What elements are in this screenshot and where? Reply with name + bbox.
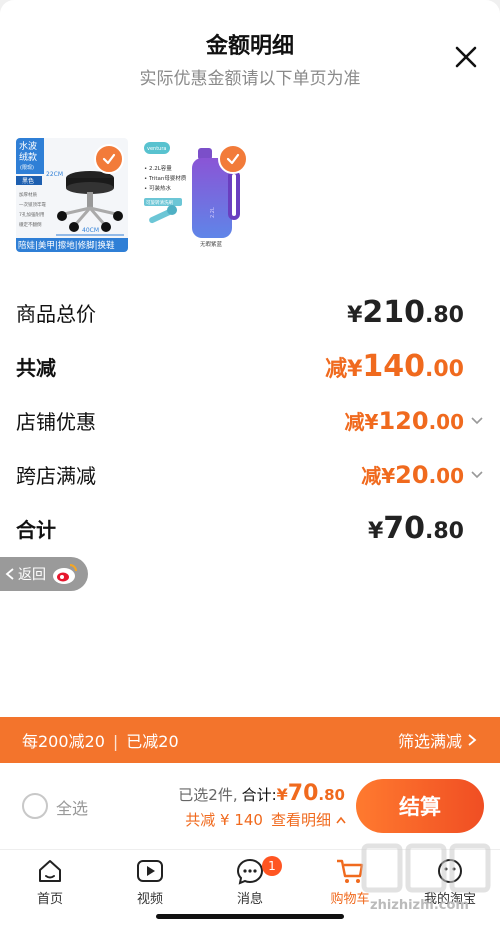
watermark-logo [361, 843, 491, 893]
stool-badge-top: 水波 [19, 140, 37, 152]
selected-check-icon[interactable] [218, 144, 248, 174]
tab-messages[interactable]: 1 消息 [200, 856, 300, 907]
message-badge: 1 [262, 856, 282, 876]
filter-promo-link[interactable]: 筛选满减 [398, 728, 478, 752]
message-icon [236, 858, 264, 885]
chevron-up-icon [336, 816, 346, 823]
product-thumbnails: 水波 绒款 (限现) 黑色 加厚材质 一次锁顶牢靠 7孔加强耐用 穩定不翻倒 2… [16, 138, 252, 252]
stool-badge-note: (限现) [20, 164, 34, 171]
promo-bar[interactable]: 每200减20 | 已减20 筛选满减 [0, 717, 500, 763]
chevron-down-icon[interactable] [470, 413, 484, 427]
svg-text:• 2.2L容量: • 2.2L容量 [144, 164, 172, 172]
total-price-value: ¥210.80 [347, 294, 464, 330]
select-all-label[interactable]: 全选 [56, 795, 88, 819]
promo-rule: 每200减20 | 已减20 [22, 732, 179, 751]
stool-height-label: 22CM [46, 171, 63, 178]
chevron-right-icon [468, 734, 477, 746]
total-discount-label: 共减 [16, 355, 56, 380]
tab-video[interactable]: 视频 [100, 856, 200, 907]
cross-store-discount-label: 跨店满减 [16, 463, 96, 488]
checkout-button[interactable]: 结算 [356, 779, 484, 833]
stool-color-tag: 黑色 [22, 177, 34, 185]
video-icon [137, 860, 163, 882]
chevron-down-icon[interactable] [470, 467, 484, 481]
cross-store-discount-value: 减¥ 20.00 [361, 460, 484, 489]
sum-row: 合计 ¥70.80 [16, 508, 484, 548]
bottle-caption: 无暇紫蓝 [200, 240, 223, 248]
shop-discount-label: 店铺优惠 [16, 409, 96, 434]
total-price-row: 商品总价 ¥210.80 [16, 292, 484, 332]
total-discount-row: 共减 减¥ 140.00 [16, 346, 484, 386]
stool-badge-sub: 绒款 [19, 151, 37, 163]
product-thumb-stool[interactable]: 水波 绒款 (限现) 黑色 加厚材质 一次锁顶牢靠 7孔加强耐用 穩定不翻倒 2… [16, 138, 128, 252]
back-pill[interactable]: 返回 [0, 557, 88, 591]
checkout-total: 已选2件, 合计: ¥70.80 [178, 781, 345, 806]
home-indicator[interactable] [156, 914, 344, 919]
sheet-subtitle: 实际优惠金额请以下单页为准 [139, 69, 361, 89]
total-discount-value: 减¥ 140.00 [325, 348, 464, 384]
watermark-url: zhizhizhi.com [370, 898, 469, 913]
tab-home[interactable]: 首页 [0, 856, 100, 907]
stool-footer: 陪娃|美甲|擦地|修脚|换鞋 [18, 240, 115, 251]
shop-discount-row[interactable]: 店铺优惠 减¥ 120.00 [16, 400, 484, 440]
stool-width-label: 40CM [82, 227, 99, 234]
svg-text:2.2L: 2.2L [210, 207, 216, 218]
watermark: zhizhizhi.com [356, 840, 496, 920]
checkout-bar: 全选 已选2件, 合计: ¥70.80 共减 ¥ 140 查看明细 结算 [0, 763, 500, 849]
svg-text:穩定不翻倒: 穩定不翻倒 [19, 221, 42, 228]
sheet-title: 金额明细 [205, 34, 294, 59]
svg-text:• 可装热水: • 可装热水 [144, 184, 171, 192]
weibo-icon [53, 564, 77, 584]
checkout-discount-details[interactable]: 共减 ¥ 140 查看明细 [185, 809, 347, 830]
bottle-brand: ventura [147, 146, 166, 152]
sum-label: 合计 [16, 517, 56, 542]
sum-value: ¥70.80 [367, 510, 464, 546]
chevron-left-icon [5, 568, 14, 580]
svg-text:• Tritan母婴材质: • Tritan母婴材质 [144, 174, 187, 182]
total-price-label: 商品总价 [16, 301, 96, 326]
svg-text:7孔加强耐用: 7孔加强耐用 [19, 211, 44, 218]
home-icon [39, 860, 61, 882]
amount-details-sheet: 金额明细 实际优惠金额请以下单页为准 水波 绒款 (限现) 黑色 加厚材质 一次… [0, 0, 500, 717]
close-icon[interactable] [452, 43, 480, 71]
svg-text:一次锁顶牢靠: 一次锁顶牢靠 [19, 201, 46, 208]
selected-check-icon[interactable] [94, 144, 124, 174]
shop-discount-value: 减¥ 120.00 [345, 406, 484, 435]
cross-store-discount-row[interactable]: 跨店满减 减¥ 20.00 [16, 454, 484, 494]
svg-text:加厚材质: 加厚材质 [19, 191, 37, 198]
product-thumb-bottle[interactable]: ventura • 2.2L容量 • Tritan母婴材质 • 可装热水 可旋转… [140, 138, 252, 252]
back-label: 返回 [18, 567, 46, 583]
view-details-link[interactable]: 查看明细 [271, 809, 331, 830]
bottle-brush-tag: 可旋转清洗刷 [146, 199, 173, 206]
select-all-radio[interactable] [22, 793, 48, 819]
